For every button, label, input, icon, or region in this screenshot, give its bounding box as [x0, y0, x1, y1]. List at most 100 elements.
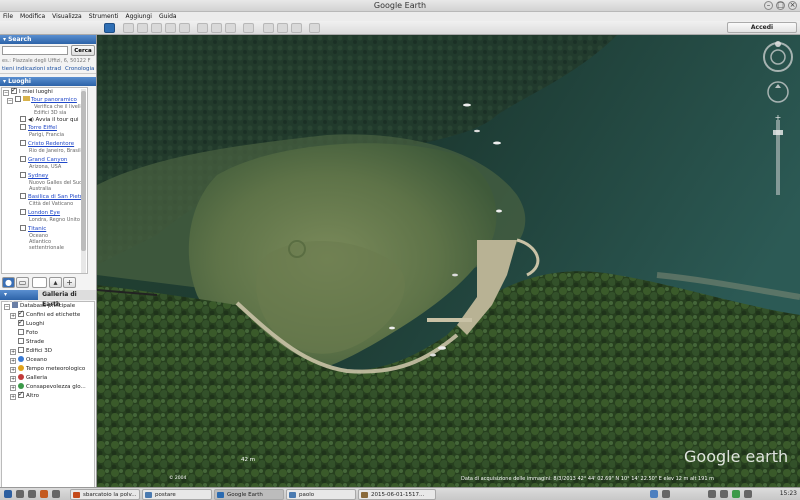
place-cristo[interactable]: Cristo Redentore [28, 141, 74, 147]
checkbox[interactable] [11, 88, 17, 94]
battery-icon[interactable] [732, 490, 740, 498]
tab-earth-gallery[interactable]: Galleria di Earth [38, 290, 96, 308]
print-icon[interactable] [277, 23, 288, 33]
expand-icon[interactable]: + [10, 376, 16, 382]
checkbox[interactable] [20, 193, 26, 199]
minimize-icon[interactable]: – [764, 1, 773, 10]
task-paolo[interactable]: paolo [286, 489, 356, 500]
add-place-icon[interactable]: + [63, 277, 76, 288]
place-tour[interactable]: Tour panoramico [31, 97, 77, 103]
layer-roads[interactable]: Strade [26, 339, 44, 345]
tab-layers[interactable]: ▾ Livelli [0, 290, 39, 308]
checkbox[interactable] [18, 329, 24, 335]
checkbox[interactable] [20, 225, 26, 231]
polygon-icon[interactable] [137, 23, 148, 33]
place-london-eye[interactable]: London Eye [28, 210, 60, 216]
search-places-icon[interactable]: ● [2, 277, 15, 288]
close-icon[interactable]: × [788, 1, 797, 10]
scrollbar-thumb[interactable] [81, 91, 86, 251]
files-icon[interactable] [28, 490, 36, 498]
path-icon[interactable] [151, 23, 162, 33]
volume-icon[interactable] [720, 490, 728, 498]
layer-ocean[interactable]: Oceano [26, 357, 47, 363]
sidebar-toggle-icon[interactable] [104, 23, 115, 33]
layers-root[interactable]: Database principale [20, 303, 75, 309]
checkbox[interactable] [18, 347, 24, 353]
view-in-maps-icon[interactable] [309, 23, 320, 33]
menu-guida[interactable]: Guida [159, 12, 177, 21]
layer-photos[interactable]: Foto [26, 330, 38, 336]
place-grand-canyon[interactable]: Grand Canyon [28, 157, 67, 163]
expand-icon[interactable]: + [10, 367, 16, 373]
look-joystick-icon[interactable] [767, 81, 789, 103]
checkbox[interactable] [20, 116, 26, 122]
task-google-earth[interactable]: Google Earth [214, 489, 284, 500]
email-icon[interactable] [263, 23, 274, 33]
places-scrollbar[interactable] [81, 89, 86, 273]
checkbox[interactable] [20, 172, 26, 178]
ruler-icon[interactable] [243, 23, 254, 33]
record-tour-icon[interactable] [179, 23, 190, 33]
places-panel-header[interactable]: ▾ Luoghi [0, 77, 96, 86]
desktop-icon[interactable] [16, 490, 24, 498]
task-postare[interactable]: postare [142, 489, 212, 500]
layer-more[interactable]: Altro [26, 393, 39, 399]
checkbox[interactable] [20, 140, 26, 146]
task-sbarcatoio[interactable]: sbarcatoio la polv... [70, 489, 140, 500]
keyboard-icon[interactable] [708, 490, 716, 498]
image-overlay-icon[interactable] [165, 23, 176, 33]
updates-icon[interactable] [662, 490, 670, 498]
layer-borders[interactable]: Confini ed etichette [26, 312, 80, 318]
menu-modifica[interactable]: Modifica [20, 12, 45, 21]
expand-icon[interactable]: + [10, 313, 16, 319]
zoom-slider-icon[interactable]: + [773, 113, 783, 195]
menu-aggiungi[interactable]: Aggiungi [125, 12, 151, 21]
collapse-icon[interactable]: − [7, 98, 13, 104]
places-root[interactable]: I miei luoghi [19, 89, 53, 95]
menu-visualizza[interactable]: Visualizza [52, 12, 82, 21]
checkbox[interactable] [20, 156, 26, 162]
browser-icon[interactable] [40, 490, 48, 498]
places-filter-input[interactable] [32, 277, 47, 288]
place-titanic[interactable]: Titanic [28, 226, 46, 232]
move-up-icon[interactable]: ▴ [49, 277, 62, 288]
search-button[interactable]: Cerca [71, 45, 95, 56]
layer-weather[interactable]: Tempo meteorologico [26, 366, 85, 372]
expand-icon[interactable]: + [10, 358, 16, 364]
terminal-icon[interactable] [52, 490, 60, 498]
checkbox[interactable] [18, 338, 24, 344]
search-input[interactable] [2, 46, 68, 55]
checkbox[interactable] [18, 318, 24, 326]
start-menu-icon[interactable] [4, 490, 12, 498]
planets-icon[interactable] [225, 23, 236, 33]
notification-icon[interactable] [744, 490, 752, 498]
place-start-tour[interactable]: Avvia il tour qui [36, 117, 79, 123]
task-screenshot[interactable]: 2015-06-01-1517... [358, 489, 436, 500]
menu-file[interactable]: File [3, 12, 13, 21]
compass-icon[interactable] [763, 41, 793, 72]
layer-3d-buildings[interactable]: Edifici 3D [26, 348, 52, 354]
place-sydney[interactable]: Sydney [28, 173, 48, 179]
menu-strumenti[interactable]: Strumenti [89, 12, 119, 21]
earth-3d-view[interactable]: + 42 m © 2004 Google earth Data di acqui… [97, 35, 800, 487]
layer-places[interactable]: Luoghi [26, 321, 44, 327]
checkbox[interactable] [20, 209, 26, 215]
historical-imagery-icon[interactable] [197, 23, 208, 33]
expand-icon[interactable]: + [10, 385, 16, 391]
save-image-icon[interactable] [291, 23, 302, 33]
layer-global-awareness[interactable]: Consapevolezza glo... [26, 384, 86, 390]
expand-icon[interactable]: + [10, 394, 16, 400]
panel-view-icon[interactable]: ▭ [16, 277, 29, 288]
accedi-button[interactable]: Accedi [727, 22, 797, 33]
checkbox[interactable] [20, 124, 26, 130]
placemark-icon[interactable] [123, 23, 134, 33]
checkbox[interactable] [15, 96, 21, 102]
sunlight-icon[interactable] [211, 23, 222, 33]
maximize-icon[interactable]: □ [776, 1, 785, 10]
clock[interactable]: 15:23 [780, 488, 797, 500]
network-icon[interactable] [650, 490, 658, 498]
tab-directions[interactable]: tieni indicazioni strad [2, 65, 61, 73]
tab-history[interactable]: Cronologia [65, 65, 94, 73]
checkbox[interactable] [18, 309, 24, 317]
expand-icon[interactable]: + [10, 349, 16, 355]
